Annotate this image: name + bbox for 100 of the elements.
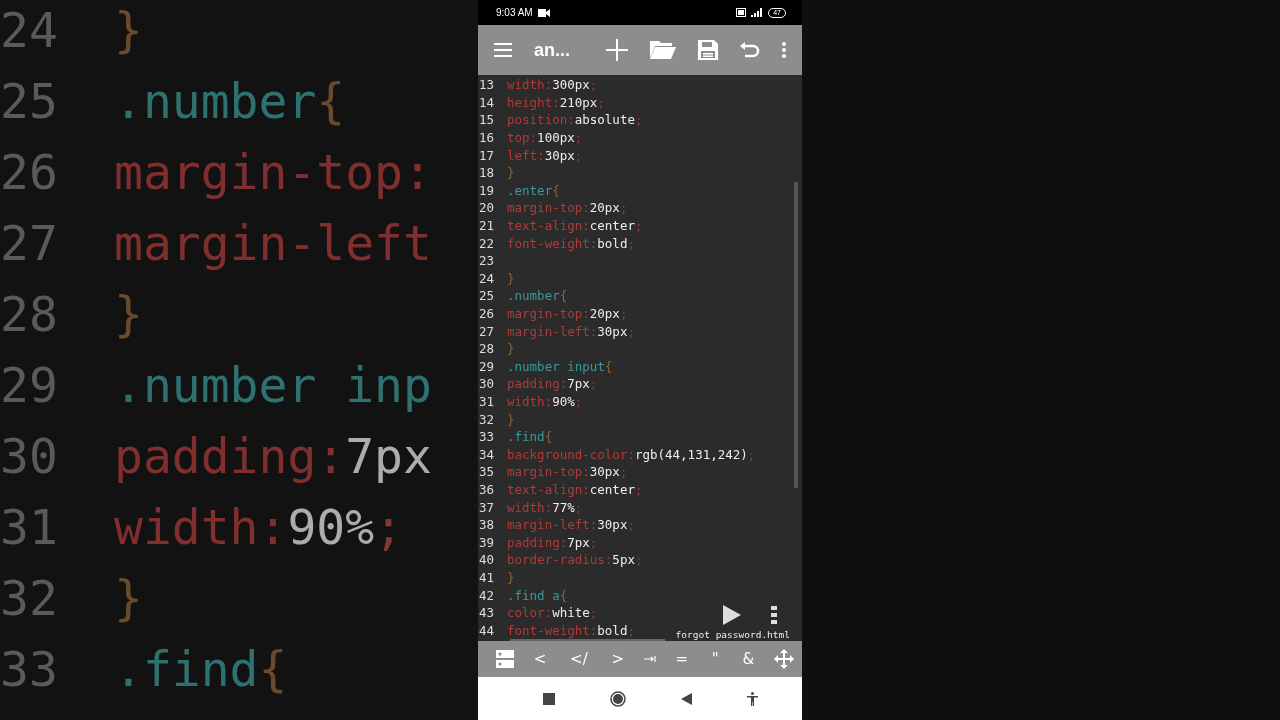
line-number: 29: [0, 356, 59, 413]
line-number: 21: [478, 218, 496, 234]
file-name: forgot password.html: [675, 629, 790, 640]
line-number: 31: [478, 394, 496, 409]
code-line: }: [507, 341, 515, 357]
line-number: 19: [478, 182, 496, 198]
code-line: font-weight:bold;: [507, 235, 635, 251]
code-line: margin-top:20px;: [507, 200, 628, 216]
code-line: width:90%;: [507, 394, 583, 409]
line-number: 27: [0, 214, 59, 271]
symbol-key[interactable]: >: [607, 650, 629, 668]
code-line: .number inp: [114, 356, 432, 413]
line-number: 28: [478, 341, 496, 357]
line-number: 39: [478, 534, 496, 550]
code-line: color:white;: [507, 605, 598, 621]
line-number: 29: [478, 358, 496, 374]
code-line: .find{: [114, 640, 288, 697]
code-line: .number{: [114, 72, 346, 129]
code-line: }: [507, 270, 515, 286]
line-number: 15: [478, 112, 496, 128]
line-number: 43: [478, 605, 496, 621]
line-number: 17: [478, 147, 496, 163]
back-button[interactable]: [680, 692, 692, 705]
code-line: margin-left:30px;: [507, 323, 635, 339]
code-line: position:absolute;: [507, 112, 643, 128]
code-line: padding:7px;: [507, 376, 598, 392]
line-number: 16: [478, 130, 496, 146]
code-line: font-weight:bold;: [507, 622, 635, 638]
signal-icon: [751, 8, 764, 17]
line-number: 31: [0, 498, 59, 555]
code-line: width:90%;: [114, 498, 403, 555]
tab-key-icon[interactable]: [643, 656, 656, 662]
line-number: 33: [0, 640, 59, 697]
more-icon[interactable]: [771, 606, 777, 624]
move-icon[interactable]: [773, 649, 794, 669]
scrollbar[interactable]: [794, 182, 798, 488]
code-line: }: [507, 411, 515, 427]
code-line: }: [114, 569, 143, 626]
line-number: 24: [0, 1, 59, 58]
code-line: width:300px;: [507, 77, 598, 93]
code-line: text-align:center;: [507, 218, 643, 234]
code-line: margin-left:30px;: [507, 517, 635, 533]
line-number: 32: [0, 569, 59, 626]
line-number: 34: [478, 446, 496, 462]
line-number: 13: [478, 77, 496, 93]
symbol-key[interactable]: <: [529, 650, 551, 668]
accessibility-icon[interactable]: [746, 691, 758, 706]
code-line: border-radius:5px;: [507, 552, 643, 568]
folder-icon[interactable]: [649, 41, 676, 59]
save-icon[interactable]: [697, 40, 718, 60]
menu-icon[interactable]: [494, 43, 512, 57]
line-number: 25: [478, 288, 496, 304]
line-number: 36: [478, 481, 496, 497]
line-number: 30: [478, 376, 496, 392]
code-line: text-align:center;: [507, 481, 643, 497]
code-line: left:30px;: [507, 147, 583, 163]
line-number: 26: [478, 306, 496, 321]
line-number: 26: [0, 143, 59, 200]
code-line: .find a{: [507, 587, 568, 603]
code-line: }: [114, 1, 143, 58]
play-icon[interactable]: [723, 605, 741, 625]
line-number: 18: [478, 165, 496, 181]
symbol-key[interactable]: &: [738, 650, 759, 668]
code-line: }: [507, 569, 515, 585]
line-number: 22: [478, 235, 496, 251]
plus-icon[interactable]: [606, 39, 628, 61]
code-line: .number{: [507, 288, 568, 304]
line-number: 32: [478, 411, 496, 427]
line-number: 35: [478, 464, 496, 480]
panel-toggle-icon[interactable]: [496, 650, 514, 668]
line-number: 24: [478, 270, 496, 286]
file-title: an...: [534, 39, 570, 61]
code-line: margin-top:: [114, 143, 432, 200]
line-number: 23: [478, 253, 496, 269]
recents-button[interactable]: [542, 692, 555, 705]
code-line: height:210px;: [507, 94, 605, 110]
video-camera-icon: [537, 8, 550, 17]
code-line: width:77%;: [507, 499, 583, 515]
code-line: padding:7px: [114, 427, 432, 484]
symbol-key[interactable]: ": [707, 650, 723, 668]
home-button[interactable]: [609, 690, 626, 707]
line-number: 42: [478, 587, 496, 603]
horizontal-scrollbar[interactable]: [510, 639, 665, 641]
symbol-key[interactable]: </: [566, 650, 592, 668]
line-number: 14: [478, 94, 496, 110]
code-line: padding:7px;: [507, 534, 598, 550]
code-line: }: [507, 165, 515, 181]
line-number: 25: [0, 72, 59, 129]
code-line: margin-left: [114, 214, 432, 271]
symbol-key[interactable]: =: [671, 650, 693, 668]
line-number: 28: [0, 285, 59, 342]
line-number: 41: [478, 569, 496, 585]
line-number: 37: [478, 499, 496, 515]
line-number: 30: [0, 427, 59, 484]
line-number: 40: [478, 552, 496, 568]
code-line: background-color:rgb(44,131,242);: [507, 446, 756, 462]
status-time: 9:03 AM: [496, 7, 533, 18]
code-line: .number input{: [507, 358, 613, 374]
undo-icon[interactable]: [739, 42, 760, 58]
code-line: .find{: [507, 429, 553, 445]
